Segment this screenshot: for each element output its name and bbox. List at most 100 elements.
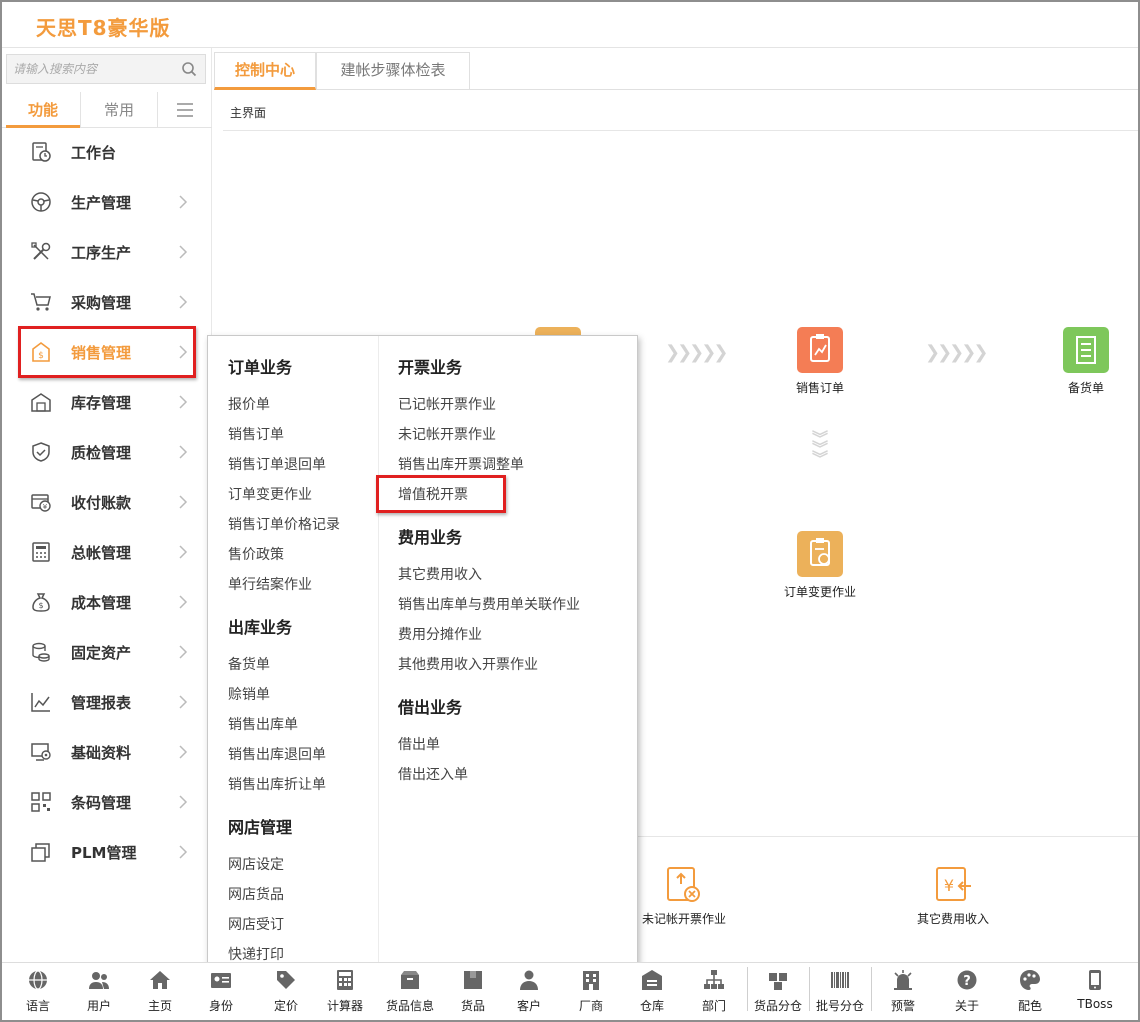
alarm-icon — [894, 970, 912, 990]
toolbar-batch-split[interactable]: 批号分仓 — [810, 967, 870, 1014]
phone-icon — [1089, 970, 1101, 990]
sidebar-item-cost[interactable]: $ 成本管理 — [2, 580, 212, 624]
menu-item-invoice-adjustment[interactable]: 销售出库开票调整单 — [398, 454, 524, 474]
toolbar-color-scheme[interactable]: 配色 — [1000, 967, 1060, 1014]
menu-item-express-print[interactable]: 快递打印 — [228, 944, 284, 964]
coin-stack-icon — [32, 642, 50, 662]
sidebar-item-inventory[interactable]: 库存管理 — [2, 380, 212, 424]
chevron-right-icon — [179, 595, 188, 609]
app-window: 天思T8豪华版 功能 常用 工作台 生产管理 工 — [0, 0, 1140, 1022]
menu-item-expense-allocation[interactable]: 费用分摊作业 — [398, 624, 482, 644]
sidebar-tabs: 功能 常用 — [2, 92, 212, 128]
toolbar-label: 配色 — [1017, 999, 1042, 1013]
id-card-icon — [211, 973, 231, 988]
toolbar-language[interactable]: 语言 — [8, 967, 68, 1014]
search-icon[interactable] — [181, 61, 197, 77]
toolbar-label: 关于 — [954, 999, 979, 1013]
toolbar-departments[interactable]: 部门 — [684, 967, 744, 1014]
toolbar-label: 货品信息 — [385, 999, 434, 1013]
menu-item-order-change[interactable]: 订单变更作业 — [228, 484, 312, 504]
flow-node-stock-prep[interactable]: 备货单 — [1036, 327, 1136, 396]
help-icon: ? — [957, 970, 977, 990]
sidebar-item-workbench[interactable]: 工作台 — [2, 130, 212, 174]
sidebar-item-purchase[interactable]: 采购管理 — [2, 280, 212, 324]
menu-item-sales-order-return[interactable]: 销售订单退回单 — [228, 454, 326, 474]
menu-item-quote[interactable]: 报价单 — [228, 394, 270, 414]
yen-income-icon: ¥ — [933, 864, 973, 904]
toolbar-customers[interactable]: 客户 — [499, 967, 559, 1014]
menu-item-sales-order[interactable]: 销售订单 — [228, 424, 284, 444]
flow-node-sales-order[interactable]: 销售订单 — [770, 327, 870, 396]
box-info-icon — [401, 971, 419, 989]
menu-item-stock-prep[interactable]: 备货单 — [228, 654, 270, 674]
menu-item-other-income-invoice[interactable]: 其他费用收入开票作业 — [398, 654, 538, 674]
toolbar-stock-split[interactable]: 货品分仓 — [748, 967, 808, 1014]
group-title-expenses: 费用业务 — [398, 528, 463, 547]
sidebar-item-reports[interactable]: 管理报表 — [2, 680, 212, 724]
flow-node-other-income[interactable]: ¥ 其它费用收入 — [903, 864, 1003, 927]
tab-setup-checklist[interactable]: 建帐步骤体检表 — [316, 52, 470, 90]
sidebar-item-label: 管理报表 — [71, 694, 132, 712]
sidebar-item-label: 工作台 — [71, 144, 117, 162]
menu-item-price-policy[interactable]: 售价政策 — [228, 544, 284, 564]
sidebar-item-production[interactable]: 生产管理 — [2, 180, 212, 224]
sidebar-item-label: 基础资料 — [71, 744, 132, 762]
menu-icon[interactable] — [158, 92, 212, 128]
menu-item-outbound-discount[interactable]: 销售出库折让单 — [228, 774, 326, 794]
menu-item-outbound-return[interactable]: 销售出库退回单 — [228, 744, 326, 764]
menu-item-credit-sale[interactable]: 赊销单 — [228, 684, 270, 704]
app-header: 天思T8豪华版 — [2, 2, 1138, 48]
toolbar-home[interactable]: 主页 — [130, 967, 190, 1014]
chevron-right-icon — [179, 845, 188, 859]
menu-item-outbound-expense-link[interactable]: 销售出库单与费用单关联作业 — [398, 594, 580, 614]
toolbar-label: 身份 — [208, 999, 233, 1013]
toolbar-warehouse[interactable]: 仓库 — [622, 967, 682, 1014]
toolbar-calculator[interactable]: 计算器 — [315, 967, 375, 1014]
svg-text:$: $ — [38, 601, 43, 610]
toolbar-label: TBoss — [1077, 997, 1113, 1011]
globe-icon — [29, 970, 47, 990]
sidebar-item-fixed-assets[interactable]: 固定资产 — [2, 630, 212, 674]
toolbar-users[interactable]: 用户 — [69, 967, 129, 1014]
menu-item-posted-invoice[interactable]: 已记帐开票作业 — [398, 394, 496, 414]
tab-control-center[interactable]: 控制中心 — [214, 52, 316, 90]
toolbar-identity[interactable]: 身份 — [191, 967, 251, 1014]
flow-node-order-change[interactable]: 订单变更作业 — [770, 531, 870, 600]
toolbar-tboss[interactable]: TBoss — [1065, 967, 1125, 1011]
menu-item-store-settings[interactable]: 网店设定 — [228, 854, 284, 874]
menu-item-store-goods[interactable]: 网店货品 — [228, 884, 284, 904]
sidebar: 功能 常用 工作台 生产管理 工序生产 采购管理 $ 销售管理 — [2, 48, 212, 962]
search-input[interactable] — [7, 55, 177, 83]
chevron-right-icon — [179, 295, 188, 309]
menu-item-order-price-record[interactable]: 销售订单价格记录 — [228, 514, 340, 534]
toolbar-goods[interactable]: 货品 — [443, 967, 503, 1014]
toolbar-vendors[interactable]: 厂商 — [561, 967, 621, 1014]
chevron-right-icon — [179, 195, 188, 209]
sidebar-item-plm[interactable]: PLM管理 — [2, 830, 212, 874]
calculator-icon — [337, 970, 353, 990]
sidebar-item-process[interactable]: 工序生产 — [2, 230, 212, 274]
toolbar-alerts[interactable]: 预警 — [873, 967, 933, 1014]
palette-icon — [1020, 970, 1040, 990]
sidebar-item-quality[interactable]: 质检管理 — [2, 430, 212, 474]
menu-item-lend-return[interactable]: 借出还入单 — [398, 764, 468, 784]
toolbar-pricing[interactable]: 定价 — [256, 967, 316, 1014]
sidebar-item-basic-data[interactable]: 基础资料 — [2, 730, 212, 774]
menu-item-lend-out[interactable]: 借出单 — [398, 734, 440, 754]
toolbar-label: 计算器 — [326, 999, 363, 1013]
tab-common[interactable]: 常用 — [80, 92, 158, 128]
toolbar-goods-info[interactable]: 货品信息 — [380, 967, 440, 1014]
menu-item-unposted-invoice[interactable]: 未记帐开票作业 — [398, 424, 496, 444]
sidebar-item-barcode[interactable]: 条码管理 — [2, 780, 212, 824]
toolbar-about[interactable]: ? 关于 — [937, 967, 997, 1014]
price-tag-icon — [277, 971, 295, 989]
menu-item-line-close[interactable]: 单行结案作业 — [228, 574, 312, 594]
sidebar-item-ledger[interactable]: 总帐管理 — [2, 530, 212, 574]
sidebar-item-payments[interactable]: ¥ 收付账款 — [2, 480, 212, 524]
menu-item-sales-outbound[interactable]: 销售出库单 — [228, 714, 298, 734]
chevron-right-icon — [179, 645, 188, 659]
menu-item-other-income[interactable]: 其它费用收入 — [398, 564, 482, 584]
menu-item-store-orders[interactable]: 网店受订 — [228, 914, 284, 934]
tab-functions[interactable]: 功能 — [6, 92, 80, 128]
flow-node-unposted-invoice[interactable]: 未记帐开票作业 — [634, 864, 734, 927]
